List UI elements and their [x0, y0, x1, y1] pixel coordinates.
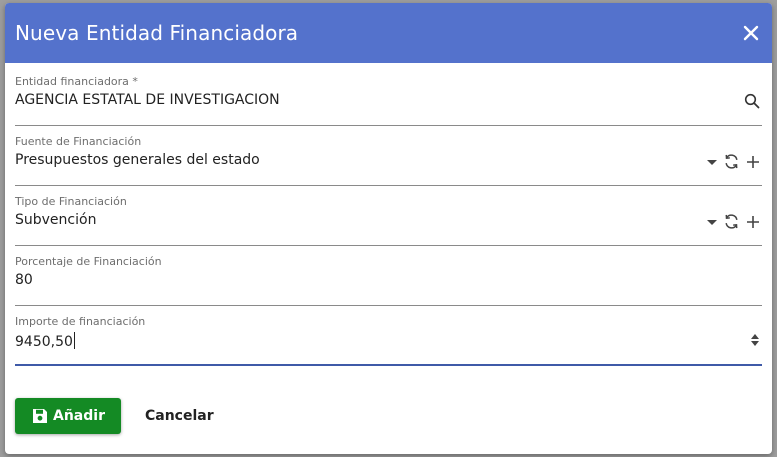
- entidad-financiadora-label: Entidad financiadora *: [15, 75, 138, 88]
- importe-financiacion-input[interactable]: 9450,50: [15, 332, 75, 350]
- cancel-button[interactable]: Cancelar: [145, 408, 214, 424]
- tipo-financiacion-field[interactable]: Tipo de Financiación Subvención: [15, 193, 762, 246]
- dialog: Nueva Entidad Financiadora Entidad finan…: [5, 3, 772, 454]
- importe-financiacion-label: Importe de financiación: [15, 315, 146, 328]
- porcentaje-financiacion-label: Porcentaje de Financiación: [15, 255, 162, 268]
- tipo-icons: [707, 213, 760, 230]
- entidad-icons: [744, 93, 760, 109]
- dialog-title: Nueva Entidad Financiadora: [15, 21, 299, 45]
- entidad-financiadora-input[interactable]: AGENCIA ESTATAL DE INVESTIGACION: [15, 92, 280, 108]
- fuente-financiacion-select[interactable]: Presupuestos generales del estado: [15, 152, 260, 168]
- fuente-financiacion-label: Fuente de Financiación: [15, 135, 142, 148]
- save-icon: [31, 407, 49, 425]
- porcentaje-financiacion-field[interactable]: Porcentaje de Financiación 80: [15, 253, 762, 306]
- add-button[interactable]: Añadir: [15, 398, 121, 434]
- refresh-icon[interactable]: [723, 153, 740, 170]
- refresh-icon[interactable]: [723, 213, 740, 230]
- entidad-financiadora-field[interactable]: Entidad financiadora * AGENCIA ESTATAL D…: [15, 73, 762, 126]
- importe-icons: [750, 333, 760, 347]
- tipo-financiacion-label: Tipo de Financiación: [15, 195, 127, 208]
- add-icon[interactable]: [746, 215, 760, 229]
- fuente-icons: [707, 153, 760, 170]
- dropdown-arrow-icon[interactable]: [707, 217, 717, 227]
- form: Entidad financiadora * AGENCIA ESTATAL D…: [5, 63, 772, 366]
- dialog-actions: Añadir Cancelar: [15, 398, 214, 434]
- dialog-header: Nueva Entidad Financiadora: [5, 3, 772, 63]
- add-button-label: Añadir: [53, 408, 105, 424]
- tipo-financiacion-select[interactable]: Subvención: [15, 212, 96, 228]
- dropdown-arrow-icon[interactable]: [707, 157, 717, 167]
- fuente-financiacion-field[interactable]: Fuente de Financiación Presupuestos gene…: [15, 133, 762, 186]
- close-icon[interactable]: [740, 22, 762, 44]
- importe-financiacion-field[interactable]: Importe de financiación 9450,50: [15, 313, 762, 366]
- porcentaje-financiacion-input[interactable]: 80: [15, 272, 33, 288]
- spinner-icon[interactable]: [750, 333, 760, 347]
- add-icon[interactable]: [746, 155, 760, 169]
- search-icon[interactable]: [744, 93, 760, 109]
